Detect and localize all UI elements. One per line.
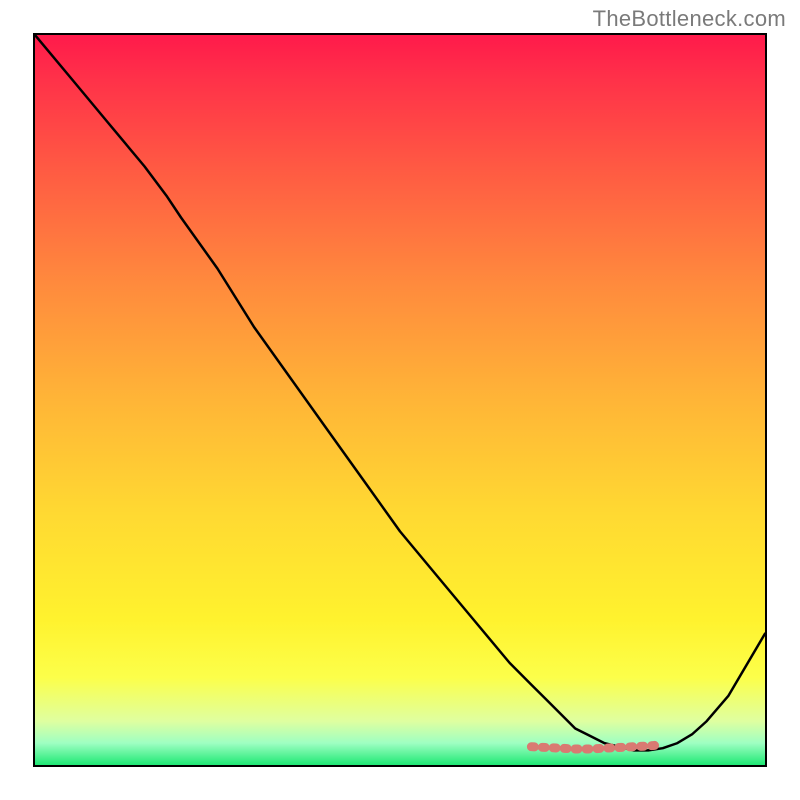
chart-marker-band bbox=[531, 745, 655, 749]
chart-overlay bbox=[35, 35, 765, 765]
chart-main-curve bbox=[35, 35, 765, 750]
watermark-text: TheBottleneck.com bbox=[593, 6, 786, 32]
chart-plot-area bbox=[33, 33, 767, 767]
